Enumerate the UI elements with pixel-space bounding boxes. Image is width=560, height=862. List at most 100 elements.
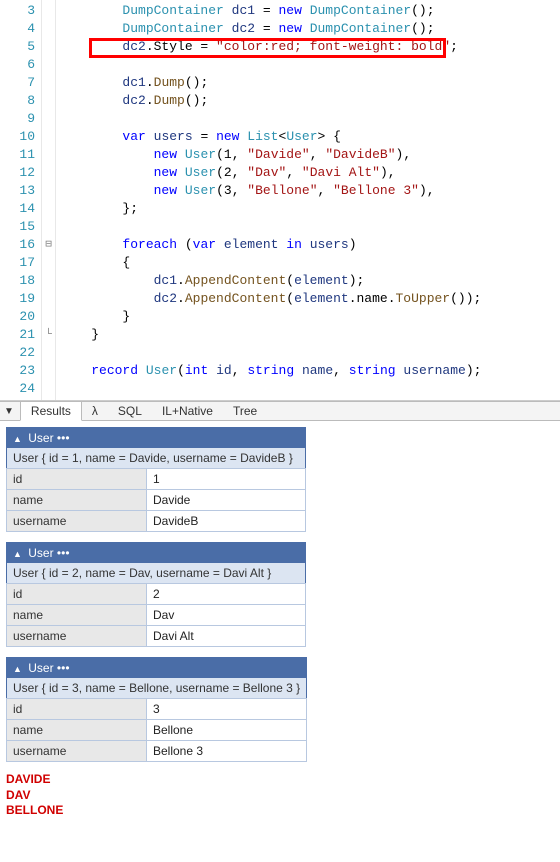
fold-spacer [42, 380, 55, 398]
code-line[interactable] [60, 56, 556, 74]
table-row: id3 [7, 699, 307, 720]
fold-marker-icon[interactable]: └ [42, 326, 55, 344]
output-line: DAV [6, 788, 554, 804]
table-row: id1 [7, 469, 306, 490]
fold-spacer [42, 74, 55, 92]
line-number: 24 [0, 380, 35, 398]
dump-header[interactable]: ▲ User ••• [7, 658, 307, 679]
output-line: BELLONE [6, 803, 554, 819]
results-tabbar: ▼ ResultsλSQLIL+NativeTree [0, 401, 560, 421]
code-line[interactable]: }; [60, 200, 556, 218]
table-row: usernameDavi Alt [7, 626, 306, 647]
code-line[interactable] [60, 110, 556, 128]
property-key: id [7, 699, 147, 720]
code-editor[interactable]: 3456789101112131415161718192021222324 ⊟└… [0, 0, 560, 401]
tab-il-native[interactable]: IL+Native [152, 402, 223, 420]
line-number: 10 [0, 128, 35, 146]
fold-spacer [42, 2, 55, 20]
property-key: username [7, 741, 147, 762]
code-line[interactable]: { [60, 254, 556, 272]
tab-sql[interactable]: SQL [108, 402, 152, 420]
fold-spacer [42, 164, 55, 182]
property-value: DavideB [147, 511, 306, 532]
fold-spacer [42, 128, 55, 146]
fold-spacer [42, 146, 55, 164]
styled-output: DAVIDEDAVBELLONE [6, 772, 554, 819]
fold-spacer [42, 272, 55, 290]
tab-tree[interactable]: Tree [223, 402, 267, 420]
code-line[interactable]: var users = new List<User> { [60, 128, 556, 146]
fold-spacer [42, 56, 55, 74]
table-row: id2 [7, 584, 306, 605]
line-number: 9 [0, 110, 35, 128]
code-line[interactable]: foreach (var element in users) [60, 236, 556, 254]
property-key: username [7, 626, 147, 647]
dump-type-label: User ••• [25, 546, 70, 560]
code-line[interactable]: dc1.AppendContent(element); [60, 272, 556, 290]
line-number: 15 [0, 218, 35, 236]
code-line[interactable]: new User(2, "Dav", "Davi Alt"), [60, 164, 556, 182]
property-value: Davide [147, 490, 306, 511]
line-number: 14 [0, 200, 35, 218]
property-value: Bellone [147, 720, 307, 741]
property-key: name [7, 720, 147, 741]
code-line[interactable] [60, 218, 556, 236]
line-number: 7 [0, 74, 35, 92]
code-line[interactable]: dc2.AppendContent(element.name.ToUpper()… [60, 290, 556, 308]
code-line[interactable]: new User(3, "Bellone", "Bellone 3"), [60, 182, 556, 200]
fold-spacer [42, 38, 55, 56]
line-number: 4 [0, 20, 35, 38]
line-number: 20 [0, 308, 35, 326]
code-line[interactable]: } [60, 308, 556, 326]
code-area[interactable]: DumpContainer dc1 = new DumpContainer();… [56, 0, 560, 400]
dump-header[interactable]: ▲ User ••• [7, 543, 306, 564]
line-number: 8 [0, 92, 35, 110]
code-line[interactable] [60, 344, 556, 362]
code-line[interactable]: DumpContainer dc2 = new DumpContainer(); [60, 20, 556, 38]
collapse-icon[interactable]: ▲ [13, 664, 22, 674]
fold-spacer [42, 254, 55, 272]
tab--[interactable]: λ [82, 402, 108, 420]
table-row: usernameDavideB [7, 511, 306, 532]
fold-column[interactable]: ⊟└ [42, 0, 56, 400]
property-key: id [7, 469, 147, 490]
line-number: 17 [0, 254, 35, 272]
code-line[interactable]: DumpContainer dc1 = new DumpContainer(); [60, 2, 556, 20]
line-number: 11 [0, 146, 35, 164]
dump-header[interactable]: ▲ User ••• [7, 428, 306, 449]
code-line[interactable]: dc2.Style = "color:red; font-weight: bol… [60, 38, 556, 56]
property-key: username [7, 511, 147, 532]
code-line[interactable] [60, 380, 556, 398]
fold-spacer [42, 110, 55, 128]
table-row: nameBellone [7, 720, 307, 741]
fold-spacer [42, 344, 55, 362]
code-line[interactable]: } [60, 326, 556, 344]
property-value: Bellone 3 [147, 741, 307, 762]
fold-spacer [42, 362, 55, 380]
dump-table: ▲ User •••User { id = 3, name = Bellone,… [6, 657, 307, 762]
fold-spacer [42, 20, 55, 38]
line-number-gutter: 3456789101112131415161718192021222324 [0, 0, 42, 400]
dump-type-label: User ••• [25, 661, 70, 675]
collapse-triangle-icon[interactable]: ▼ [4, 406, 14, 417]
code-line[interactable]: dc1.Dump(); [60, 74, 556, 92]
code-line[interactable]: record User(int id, string name, string … [60, 362, 556, 380]
line-number: 3 [0, 2, 35, 20]
output-line: DAVIDE [6, 772, 554, 788]
property-value: Davi Alt [147, 626, 306, 647]
fold-marker-icon[interactable]: ⊟ [42, 236, 55, 254]
fold-spacer [42, 182, 55, 200]
collapse-icon[interactable]: ▲ [13, 549, 22, 559]
collapse-icon[interactable]: ▲ [13, 434, 22, 444]
line-number: 19 [0, 290, 35, 308]
property-value: 2 [147, 584, 306, 605]
dump-table: ▲ User •••User { id = 1, name = Davide, … [6, 427, 306, 532]
tab-results[interactable]: Results [20, 401, 82, 421]
property-key: name [7, 605, 147, 626]
fold-spacer [42, 218, 55, 236]
line-number: 23 [0, 362, 35, 380]
line-number: 6 [0, 56, 35, 74]
code-line[interactable]: dc2.Dump(); [60, 92, 556, 110]
code-line[interactable]: new User(1, "Davide", "DavideB"), [60, 146, 556, 164]
fold-spacer [42, 200, 55, 218]
